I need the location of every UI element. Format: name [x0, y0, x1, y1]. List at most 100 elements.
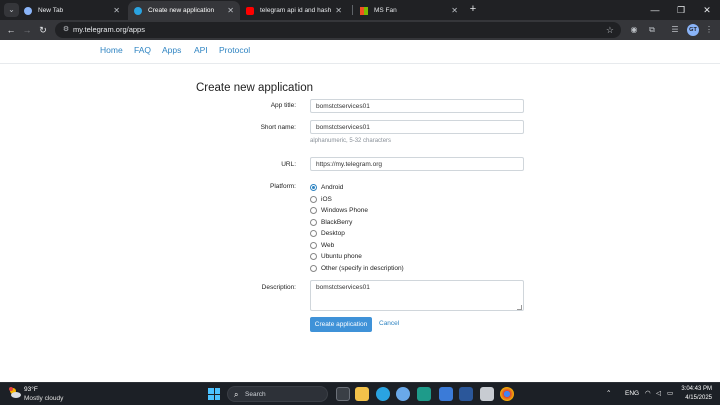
radio-label: BlackBerry [321, 218, 353, 226]
taskbar-search[interactable]: ⌕ Search [227, 386, 328, 402]
tab-create-new-application[interactable]: Create new application ✕ [128, 1, 240, 20]
search-label: Search [245, 391, 266, 398]
more-menu-icon[interactable]: ⋮ [702, 23, 716, 37]
tab-search-icon[interactable]: ⌄ [4, 3, 19, 17]
youtube-favicon-icon [246, 6, 254, 15]
radio-label: Android [321, 183, 344, 191]
address-bar[interactable]: ⚙ my.telegram.org/apps ☆ [55, 22, 621, 38]
tab-label: MS Fan [374, 7, 397, 14]
radio-button[interactable] [310, 195, 317, 203]
url-input[interactable] [310, 157, 524, 171]
show-hidden-icons[interactable]: ⌃ [606, 386, 611, 402]
tab-telegram-api-video[interactable]: telegram api id and hash | How ✕ [240, 1, 348, 20]
platform-option-desktop[interactable]: Desktop [310, 228, 345, 238]
radio-button[interactable] [310, 252, 317, 260]
radio-button[interactable] [310, 206, 317, 214]
close-icon[interactable]: ✕ [227, 6, 234, 15]
wifi-icon[interactable]: ◠ [645, 386, 651, 402]
settings-gear-icon[interactable] [396, 387, 410, 401]
notepad-icon[interactable] [417, 387, 431, 401]
radio-button[interactable] [310, 218, 317, 226]
short-name-hint: alphanumeric, 5-32 characters [310, 138, 392, 144]
description-textarea[interactable]: bomstctservices01 [310, 280, 524, 311]
close-window-icon[interactable]: ✕ [694, 1, 720, 19]
incognito-icon[interactable]: ◉ [627, 23, 641, 37]
radio-label: Windows Phone [321, 206, 368, 214]
radio-button[interactable] [310, 241, 317, 249]
site-nav: Home FAQ Apps API Protocol [0, 40, 720, 64]
minimize-icon[interactable]: — [642, 1, 668, 19]
chrome-taskbar-icon[interactable] [500, 387, 514, 401]
back-icon[interactable]: ← [4, 22, 18, 38]
task-view-icon[interactable] [336, 387, 350, 401]
profile-avatar[interactable]: GT [687, 24, 699, 36]
file-explorer-icon[interactable] [355, 387, 369, 401]
app-title-input[interactable] [310, 99, 524, 113]
browser-tab-strip: ⌄ New Tab ✕ Create new application ✕ tel… [0, 0, 720, 20]
bookmark-star-icon[interactable]: ☆ [606, 22, 614, 38]
clock-date[interactable]: 4/15/2025 [680, 395, 712, 401]
reading-list-icon[interactable]: ☰ [668, 23, 682, 37]
radio-button[interactable] [310, 229, 317, 237]
tab-separator [352, 5, 353, 15]
nav-apps[interactable]: Apps [162, 45, 181, 55]
monitor-app-icon[interactable] [439, 387, 453, 401]
windows-taskbar: 93°F Mostly cloudy ⌕ Search ⌃ ENG ◠ ◁ ▭ … [0, 382, 720, 405]
close-icon[interactable]: ✕ [113, 6, 120, 15]
platform-option-ubuntu-phone[interactable]: Ubuntu phone [310, 251, 362, 261]
search-icon: ⌕ [234, 390, 239, 399]
weather-cloud-icon[interactable] [8, 386, 22, 400]
weather-temperature[interactable]: 93°F [24, 386, 38, 393]
tab-label: telegram api id and hash | How [260, 7, 332, 14]
close-icon[interactable]: ✕ [335, 6, 342, 15]
battery-icon[interactable]: ▭ [667, 386, 673, 402]
cancel-link[interactable]: Cancel [379, 320, 399, 327]
platform-option-android[interactable]: Android [310, 182, 343, 192]
radio-label: Ubuntu phone [321, 252, 362, 260]
microsoft-favicon-icon [360, 6, 368, 15]
forward-icon[interactable]: → [20, 22, 34, 38]
site-info-icon[interactable]: ⚙ [60, 24, 72, 36]
close-icon[interactable]: ✕ [451, 6, 458, 15]
app-title-label: App title: [270, 102, 296, 109]
clock-time[interactable]: 3:04:43 PM [680, 386, 712, 392]
platform-option-blackberry[interactable]: BlackBerry [310, 217, 352, 227]
address-bar-url[interactable]: my.telegram.org/apps [73, 22, 145, 38]
weather-description[interactable]: Mostly cloudy [24, 395, 63, 402]
nav-faq[interactable]: FAQ [134, 45, 151, 55]
reload-icon[interactable]: ↻ [36, 22, 50, 38]
volume-icon[interactable]: ◁ [656, 386, 661, 402]
browser-toolbar: ← → ↻ ⚙ my.telegram.org/apps ☆ ◉ ⧉ ☰ GT … [0, 20, 720, 40]
platform-option-ios[interactable]: iOS [310, 194, 332, 204]
new-tab-button[interactable]: + [466, 2, 480, 17]
nav-protocol[interactable]: Protocol [219, 45, 250, 55]
platform-option-other[interactable]: Other (specify in description) [310, 263, 404, 273]
extensions-icon[interactable]: ⧉ [645, 23, 659, 37]
page-title: Create new application [196, 82, 313, 94]
create-application-button[interactable]: Create application [310, 317, 372, 332]
radio-button[interactable] [310, 183, 317, 191]
tab-label: New Tab [38, 7, 64, 14]
nav-home[interactable]: Home [100, 45, 123, 55]
tools-icon[interactable] [480, 387, 494, 401]
tab-new-tab[interactable]: New Tab ✕ [18, 1, 126, 20]
tab-ms-fan[interactable]: MS Fan ✕ [354, 1, 464, 20]
radio-label: Desktop [321, 229, 345, 237]
platform-option-web[interactable]: Web [310, 240, 334, 250]
description-label: Description: [261, 284, 296, 291]
word-icon[interactable] [459, 387, 473, 401]
url-label: URL: [281, 161, 296, 168]
radio-label: Web [321, 241, 335, 249]
resize-handle[interactable] [517, 305, 522, 310]
telegram-favicon-icon [134, 6, 142, 15]
radio-button[interactable] [310, 264, 317, 272]
short-name-input[interactable] [310, 120, 524, 134]
nav-api[interactable]: API [194, 45, 208, 55]
windows-start-icon[interactable] [208, 388, 220, 400]
platform-option-windows-phone[interactable]: Windows Phone [310, 205, 368, 215]
page-content: Home FAQ Apps API Protocol Create new ap… [0, 40, 720, 382]
tab-label: Create new application [148, 7, 215, 14]
language-indicator[interactable]: ENG [625, 386, 639, 402]
telegram-app-icon[interactable] [376, 387, 390, 401]
maximize-icon[interactable]: ❐ [668, 1, 694, 19]
